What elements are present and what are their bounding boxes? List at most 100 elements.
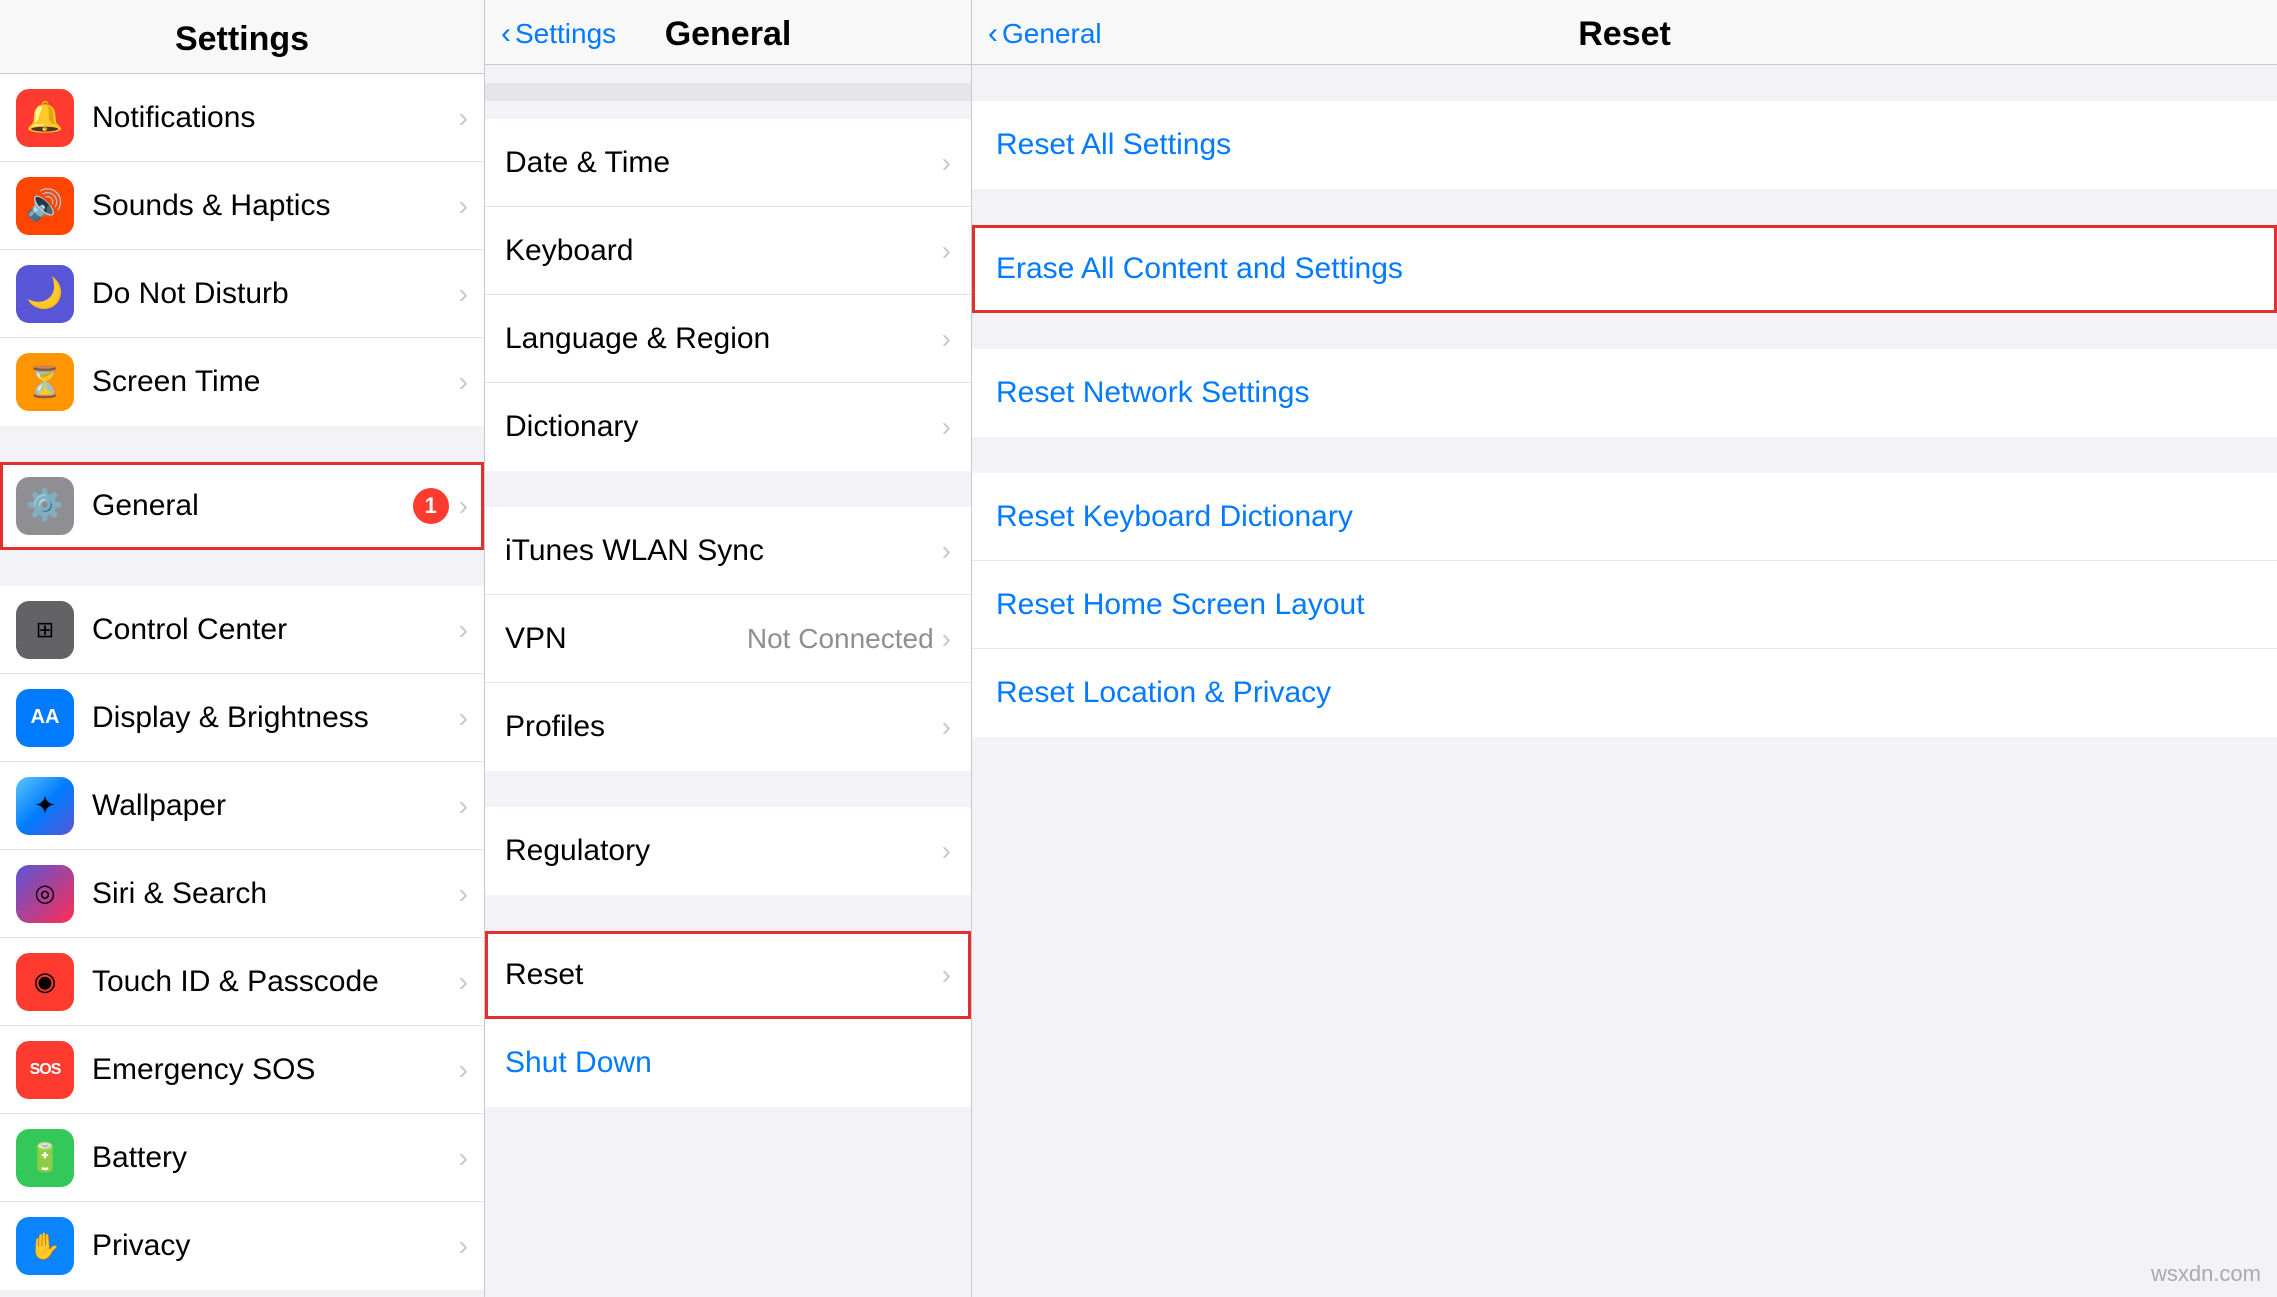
reset-all-settings-row[interactable]: Reset All Settings (972, 101, 2277, 189)
reset-network-row[interactable]: Reset Network Settings (972, 349, 2277, 437)
reset-network-label: Reset Network Settings (996, 376, 1309, 410)
right-column-header: ‹ General Reset (972, 0, 2277, 65)
notifications-chevron: › (459, 102, 468, 134)
siri-icon: ◎ (16, 865, 74, 923)
sidebar-item-controlcenter[interactable]: ⊞ Control Center › (0, 586, 484, 674)
notifications-label: Notifications (92, 101, 459, 135)
wallpaper-label: Wallpaper (92, 789, 459, 823)
display-chevron: › (459, 702, 468, 734)
screentime-label: Screen Time (92, 365, 459, 399)
right-back-button[interactable]: ‹ General (988, 18, 1102, 50)
divider-1 (0, 426, 484, 462)
keyboard-chevron: › (942, 235, 951, 267)
middle-column-title: General (665, 15, 792, 54)
battery-icon: 🔋 (16, 1129, 74, 1187)
sounds-chevron: › (459, 190, 468, 222)
battery-label: Battery (92, 1141, 459, 1175)
reset-homescreen-label: Reset Home Screen Layout (996, 588, 1365, 622)
watermark: wsxdn.com (2151, 1261, 2261, 1287)
sidebar-item-screentime[interactable]: ⏳ Screen Time › (0, 338, 484, 426)
dictionary-chevron: › (942, 411, 951, 443)
siri-chevron: › (459, 878, 468, 910)
shutdown-label: Shut Down (505, 1046, 951, 1080)
left-column-header: Settings (0, 0, 484, 74)
middle-item-regulatory[interactable]: Regulatory › (485, 807, 971, 895)
reset-all-settings-label: Reset All Settings (996, 128, 1231, 162)
middle-item-dictionary[interactable]: Dictionary › (485, 383, 971, 471)
vpn-chevron: › (942, 623, 951, 655)
right-section-1: Reset All Settings (972, 101, 2277, 189)
touchid-chevron: › (459, 966, 468, 998)
sidebar-item-touchid[interactable]: ◉ Touch ID & Passcode › (0, 938, 484, 1026)
datetime-chevron: › (942, 147, 951, 179)
sidebar-item-sounds[interactable]: 🔊 Sounds & Haptics › (0, 162, 484, 250)
top-partial-section (485, 65, 971, 83)
emergencysos-label: Emergency SOS (92, 1053, 459, 1087)
emergencysos-chevron: › (459, 1054, 468, 1086)
donotdisturb-chevron: › (459, 278, 468, 310)
middle-item-reset[interactable]: Reset › (485, 931, 971, 1019)
middle-item-wlan[interactable]: iTunes WLAN Sync › (485, 507, 971, 595)
middle-back-button[interactable]: ‹ Settings (501, 18, 616, 50)
sidebar-item-wallpaper[interactable]: ✦ Wallpaper › (0, 762, 484, 850)
controlcenter-chevron: › (459, 614, 468, 646)
display-label: Display & Brightness (92, 701, 459, 735)
erase-all-row[interactable]: Erase All Content and Settings (972, 225, 2277, 313)
middle-divider-1 (485, 471, 971, 507)
sidebar-item-notifications[interactable]: 🔔 Notifications › (0, 74, 484, 162)
middle-settings-list: Date & Time › Keyboard › Language & Regi… (485, 65, 971, 1297)
notifications-icon: 🔔 (16, 89, 74, 147)
right-column-title: Reset (1578, 15, 1671, 54)
wlan-label: iTunes WLAN Sync (505, 534, 942, 568)
reset-homescreen-row[interactable]: Reset Home Screen Layout (972, 561, 2277, 649)
privacy-chevron: › (459, 1230, 468, 1262)
sidebar-item-siri[interactable]: ◎ Siri & Search › (0, 850, 484, 938)
right-back-chevron: ‹ (988, 19, 998, 49)
reset-chevron: › (942, 959, 951, 991)
right-section-4: Reset Keyboard Dictionary Reset Home Scr… (972, 473, 2277, 737)
middle-item-vpn[interactable]: VPN Not Connected › (485, 595, 971, 683)
middle-item-shutdown[interactable]: Shut Down (485, 1019, 971, 1107)
middle-section-1: Date & Time › Keyboard › Language & Regi… (485, 119, 971, 471)
reset-location-row[interactable]: Reset Location & Privacy (972, 649, 2277, 737)
right-section-2: Erase All Content and Settings (972, 225, 2277, 313)
middle-back-chevron: ‹ (501, 19, 511, 49)
middle-divider-2 (485, 771, 971, 807)
middle-section-4: Reset › (485, 931, 971, 1019)
sidebar-item-emergencysos[interactable]: SOS Emergency SOS › (0, 1026, 484, 1114)
middle-item-datetime[interactable]: Date & Time › (485, 119, 971, 207)
vpn-label: VPN (505, 622, 747, 656)
datetime-label: Date & Time (505, 146, 942, 180)
divider-2 (0, 550, 484, 586)
sidebar-item-donotdisturb[interactable]: 🌙 Do Not Disturb › (0, 250, 484, 338)
right-footer (972, 737, 2277, 773)
right-back-label: General (1002, 18, 1102, 50)
left-column-title: Settings (175, 20, 309, 58)
erase-all-label: Erase All Content and Settings (996, 252, 1403, 286)
middle-section-3: Regulatory › (485, 807, 971, 895)
keyboard-label: Keyboard (505, 234, 942, 268)
sidebar-item-display[interactable]: AA Display & Brightness › (0, 674, 484, 762)
sidebar-item-battery[interactable]: 🔋 Battery › (0, 1114, 484, 1202)
sidebar-item-privacy[interactable]: ✋ Privacy › (0, 1202, 484, 1290)
touchid-icon: ◉ (16, 953, 74, 1011)
dictionary-label: Dictionary (505, 410, 942, 444)
sounds-icon: 🔊 (16, 177, 74, 235)
section-2: ⊞ Control Center › AA Display & Brightne… (0, 586, 484, 1290)
right-divider-3 (972, 437, 2277, 473)
touchid-label: Touch ID & Passcode (92, 965, 459, 999)
general-badge: 1 (413, 488, 449, 524)
screentime-chevron: › (459, 366, 468, 398)
general-chevron: › (459, 490, 468, 522)
sidebar-item-general[interactable]: ⚙️ General 1 › (0, 462, 484, 550)
reset-keyboard-row[interactable]: Reset Keyboard Dictionary (972, 473, 2277, 561)
general-label: General (92, 489, 413, 523)
middle-item-language[interactable]: Language & Region › (485, 295, 971, 383)
top-spacer (485, 83, 971, 101)
middle-item-profiles[interactable]: Profiles › (485, 683, 971, 771)
language-label: Language & Region (505, 322, 942, 356)
reset-list: Reset All Settings Erase All Content and… (972, 65, 2277, 1297)
left-settings-list: 🔔 Notifications › 🔊 Sounds & Haptics › 🌙… (0, 74, 484, 1297)
middle-item-keyboard[interactable]: Keyboard › (485, 207, 971, 295)
top-partial-end (485, 101, 971, 119)
